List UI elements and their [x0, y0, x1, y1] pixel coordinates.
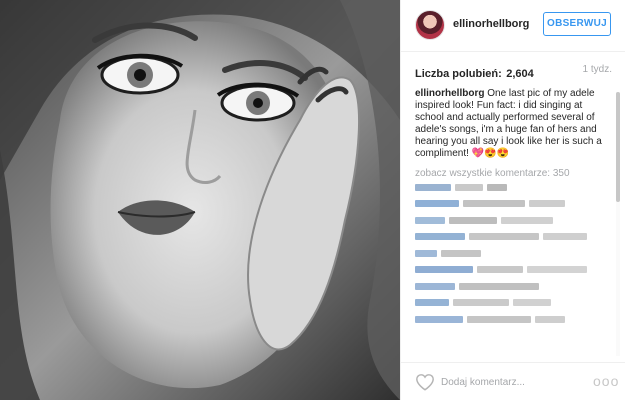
blurred-comment: [415, 181, 612, 195]
add-comment-input[interactable]: [441, 372, 581, 392]
blurred-comment: [415, 263, 612, 277]
blurred-comment: [415, 197, 612, 211]
caption-author-link[interactable]: ellinorhellborg: [415, 88, 484, 99]
likes-label: Liczba polubień:: [415, 68, 502, 80]
likes-row: Liczba polubień: 2,604 1 tydz.: [415, 64, 612, 80]
scrollbar-thumb[interactable]: [616, 92, 620, 202]
blurred-comment: [415, 214, 612, 228]
portrait-image: [0, 0, 400, 400]
post-caption: ellinorhellborg One last pic of my adele…: [415, 88, 612, 160]
username-link[interactable]: ellinorhellborg: [453, 18, 529, 30]
post-details-panel: ellinorhellborg OBSERWUJ Liczba polubień…: [400, 0, 625, 400]
comments-scrollbar[interactable]: [616, 92, 620, 356]
blurred-comment: [415, 313, 612, 327]
blurred-comment: [415, 280, 612, 294]
more-options-icon[interactable]: ooo: [593, 374, 618, 388]
post-timestamp[interactable]: 1 tydz.: [583, 64, 612, 75]
avatar[interactable]: [415, 10, 445, 40]
comments-section: ellinorhellborg One last pic of my adele…: [415, 88, 612, 358]
post-footer: ooo: [401, 362, 625, 400]
likes-count[interactable]: 2,604: [506, 68, 534, 80]
follow-button[interactable]: OBSERWUJ: [543, 12, 611, 36]
post-photo[interactable]: [0, 0, 400, 400]
heart-icon[interactable]: [415, 373, 435, 391]
blurred-comment: [415, 296, 612, 310]
blurred-comment: [415, 230, 612, 244]
post-header: ellinorhellborg OBSERWUJ: [401, 0, 625, 52]
blurred-comment: [415, 247, 612, 261]
view-all-comments-link[interactable]: zobacz wszystkie komentarze: 350: [415, 168, 612, 178]
